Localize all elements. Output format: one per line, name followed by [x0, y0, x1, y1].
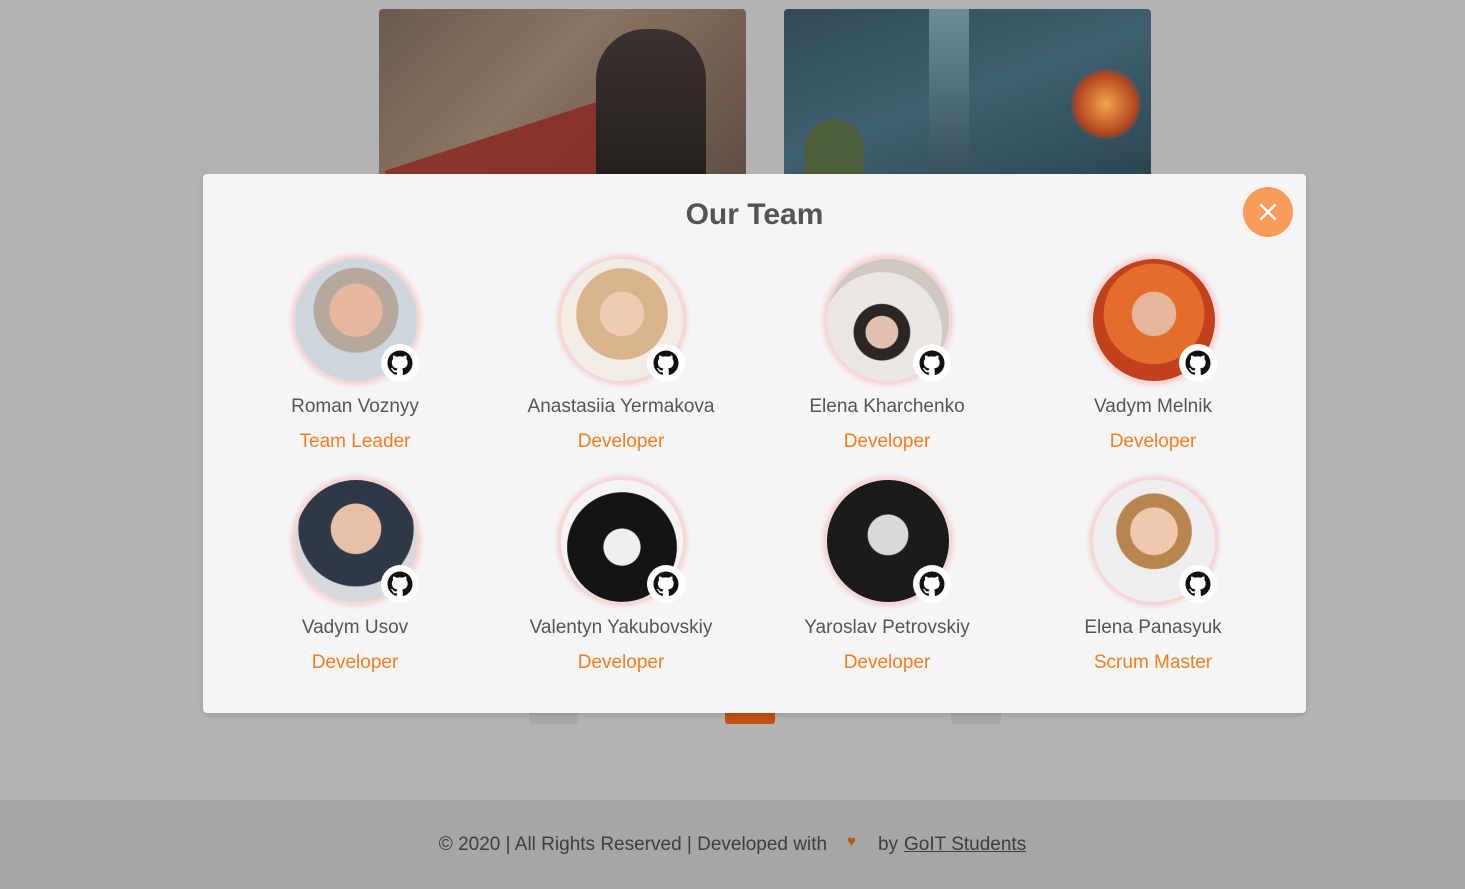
avatar-wrap: [824, 477, 952, 605]
avatar-wrap: [824, 256, 952, 384]
team-modal: Our Team Roman Voznyy Team Leader Anasta…: [203, 174, 1306, 713]
team-member-card: Elena Panasyuk Scrum Master: [1028, 477, 1278, 687]
close-icon: [1259, 203, 1277, 221]
member-name: Roman Voznyy: [291, 396, 419, 417]
member-name: Anastasiia Yermakova: [527, 396, 715, 417]
member-role: Team Leader: [299, 431, 411, 452]
team-member-card: Valentyn Yakubovskiy Developer: [496, 477, 746, 687]
github-icon: [919, 571, 945, 597]
github-icon: [919, 350, 945, 376]
github-icon: [1185, 571, 1211, 597]
github-link[interactable]: [913, 565, 951, 603]
github-link[interactable]: [1179, 344, 1217, 382]
github-link[interactable]: [381, 565, 419, 603]
member-name: Valentyn Yakubovskiy: [529, 617, 713, 638]
github-icon: [387, 571, 413, 597]
github-icon: [387, 350, 413, 376]
team-member-card: Roman Voznyy Team Leader: [230, 256, 480, 466]
team-member-card: Elena Kharchenko Developer: [762, 256, 1012, 466]
heart-icon: ♥: [847, 833, 856, 850]
avatar-wrap: [558, 477, 686, 605]
member-name: Elena Panasyuk: [1084, 617, 1222, 638]
member-role: Developer: [843, 431, 931, 452]
member-name: Vadym Usov: [301, 617, 409, 638]
avatar-wrap: [1090, 477, 1218, 605]
member-role: Developer: [577, 652, 665, 673]
github-link[interactable]: [913, 344, 951, 382]
member-name: Vadym Melnik: [1094, 396, 1212, 417]
member-name: Elena Kharchenko: [809, 396, 965, 417]
member-role: Developer: [311, 652, 399, 673]
pagination-button-active[interactable]: [725, 712, 775, 724]
avatar-wrap: [558, 256, 686, 384]
github-icon: [653, 350, 679, 376]
goit-students-link[interactable]: GoIT Students: [904, 834, 1026, 856]
avatar-wrap: [292, 256, 420, 384]
poster-art: [1071, 69, 1141, 139]
github-link[interactable]: [647, 344, 685, 382]
member-role: Scrum Master: [1093, 652, 1213, 673]
github-icon: [1185, 350, 1211, 376]
github-icon: [653, 571, 679, 597]
github-link[interactable]: [647, 565, 685, 603]
github-link[interactable]: [1179, 565, 1217, 603]
team-member-card: Vadym Usov Developer: [230, 477, 480, 687]
team-member-card: Vadym Melnik Developer: [1028, 256, 1278, 466]
footer-copyright: © 2020 | All Rights Reserved | Developed…: [438, 833, 828, 855]
team-member-card: Yaroslav Petrovskiy Developer: [762, 477, 1012, 687]
member-role: Developer: [1109, 431, 1197, 452]
member-role: Developer: [843, 652, 931, 673]
pagination-button[interactable]: [529, 712, 579, 724]
team-member-card: Anastasiia Yermakova Developer: [496, 256, 746, 466]
footer: © 2020 | All Rights Reserved | Developed…: [0, 800, 1465, 889]
close-button[interactable]: [1243, 187, 1293, 237]
modal-title: Our Team: [685, 198, 824, 231]
pagination-button[interactable]: [951, 712, 1001, 724]
avatar-wrap: [292, 477, 420, 605]
member-role: Developer: [577, 431, 665, 452]
avatar-wrap: [1090, 256, 1218, 384]
github-link[interactable]: [381, 344, 419, 382]
footer-by: by: [877, 833, 899, 855]
member-name: Yaroslav Petrovskiy: [804, 617, 970, 638]
